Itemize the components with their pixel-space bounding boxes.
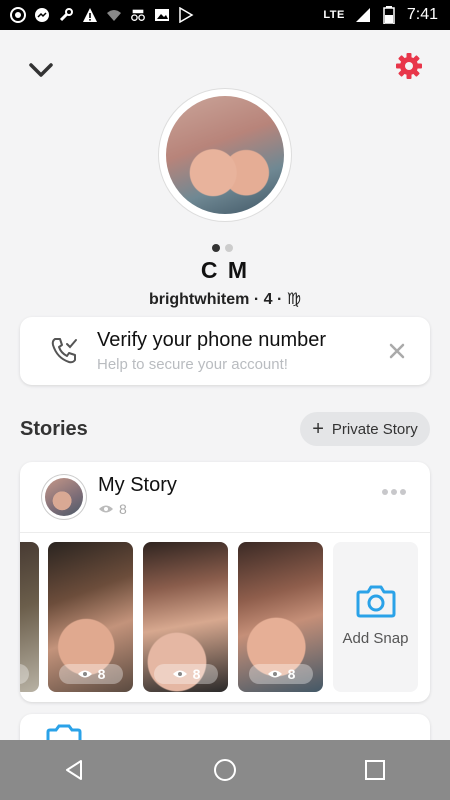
my-story-thumbnail — [42, 475, 86, 519]
eye-icon — [267, 670, 282, 678]
more-options-icon[interactable] — [382, 489, 408, 503]
avatar-photo — [166, 96, 284, 214]
camera-icon — [46, 720, 82, 740]
profile-meta: brightwhitem · 4 · ♍ — [148, 291, 302, 308]
image-icon — [154, 7, 170, 23]
plus-icon: + — [312, 418, 324, 440]
snap-views: 8 — [59, 664, 123, 684]
status-bar: LTE 7:41 — [0, 0, 450, 30]
private-story-label: Private Story — [331, 420, 418, 438]
story-thumb-photo — [45, 478, 83, 516]
snap-views: 8 — [154, 664, 218, 684]
wifi-question-icon — [106, 7, 122, 23]
recents-icon[interactable] — [350, 745, 400, 795]
snap-view-count: 8 — [192, 666, 201, 682]
add-snap-button[interactable]: Add Snap — [333, 542, 418, 692]
snap-views: 8 — [20, 664, 29, 684]
eye-icon — [77, 670, 92, 678]
snap-thumbnail[interactable]: 8 — [143, 542, 228, 692]
home-icon[interactable] — [200, 745, 250, 795]
verify-phone-card[interactable]: Verify your phone number Help to secure … — [20, 317, 430, 385]
snap-thumbnail[interactable]: 8 — [20, 542, 39, 692]
eye-icon — [172, 670, 187, 678]
incognito-icon — [130, 7, 146, 23]
snap-views: 8 — [249, 664, 313, 684]
snap-thumbnail[interactable]: 8 — [48, 542, 133, 692]
battery-icon — [381, 6, 397, 24]
verify-title: Verify your phone number — [97, 329, 327, 351]
warning-icon — [82, 7, 98, 23]
my-story-card: My Story 8 8 8 8 Add Snap — [20, 462, 430, 702]
camera-icon — [356, 584, 396, 618]
my-story-views: 8 — [98, 501, 127, 517]
page-dot-active — [212, 244, 220, 252]
page-indicator — [212, 244, 233, 252]
profile-avatar[interactable] — [159, 89, 291, 221]
chevron-down-icon[interactable] — [27, 60, 55, 80]
my-story-name: My Story — [98, 474, 177, 496]
wrench-icon — [58, 7, 74, 23]
snap-view-count: 8 — [287, 666, 296, 682]
display-name: C M — [200, 257, 250, 283]
my-story-view-count: 8 — [119, 501, 127, 517]
eye-icon — [99, 505, 113, 513]
system-nav-bar — [0, 740, 450, 800]
network-type: LTE — [323, 9, 345, 21]
private-story-button[interactable]: + Private Story — [300, 412, 430, 446]
gear-icon[interactable] — [394, 51, 424, 81]
clock: 7:41 — [406, 6, 438, 23]
play-store-icon — [178, 7, 194, 23]
close-icon[interactable] — [388, 342, 406, 360]
snap-view-count: 8 — [97, 666, 106, 682]
phone-check-icon — [48, 335, 80, 367]
snap-thumbnail[interactable]: 8 — [238, 542, 323, 692]
divider — [20, 532, 430, 533]
verify-subtitle: Help to secure your account! — [97, 356, 288, 373]
messenger-icon — [34, 7, 50, 23]
my-story-row[interactable]: My Story 8 — [20, 462, 430, 532]
chrome-icon — [10, 7, 26, 23]
snap-strip[interactable]: 8 8 8 8 — [20, 542, 430, 692]
back-icon[interactable] — [50, 745, 100, 795]
add-snap-label: Add Snap — [342, 630, 409, 647]
signal-icon — [355, 7, 371, 23]
stories-heading: Stories — [20, 418, 88, 440]
page-dot — [225, 244, 233, 252]
